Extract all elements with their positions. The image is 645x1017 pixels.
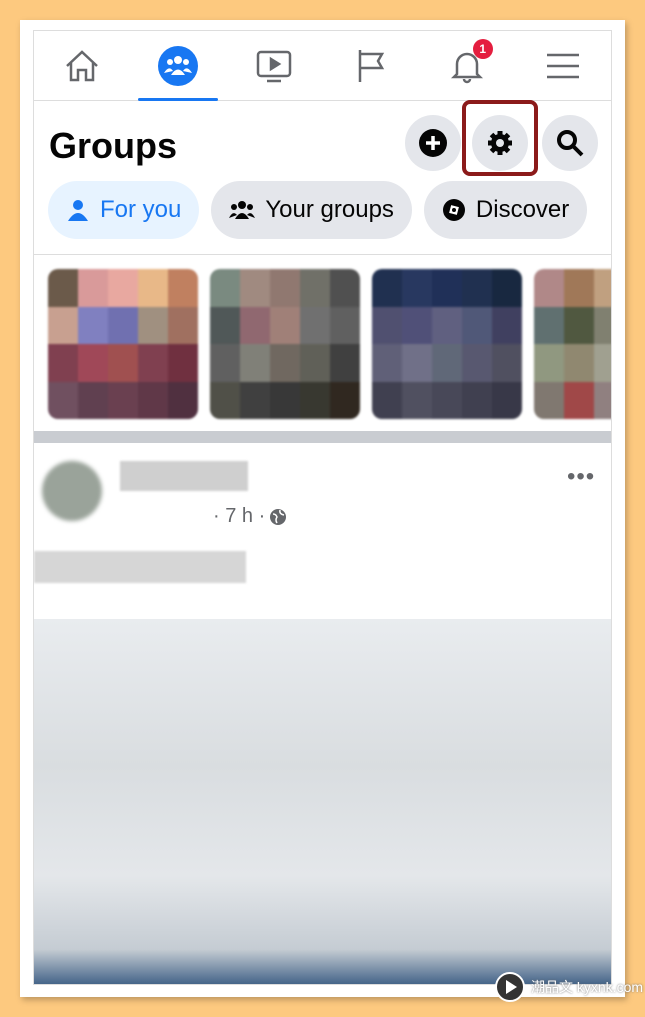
app-screen: 1 Groups For you Your groups Discover · …: [33, 30, 612, 985]
pill-for-you[interactable]: For you: [48, 181, 200, 239]
tab-menu[interactable]: [515, 31, 611, 100]
story-card[interactable]: [210, 269, 360, 419]
create-group-button[interactable]: [405, 115, 461, 171]
hamburger-menu-icon: [546, 53, 579, 78]
highlight-box: [462, 100, 538, 176]
groups-header: Groups: [34, 100, 611, 181]
pill-your-groups[interactable]: Your groups: [211, 181, 412, 239]
flag-icon: [358, 49, 384, 82]
top-nav: 1: [34, 31, 611, 101]
groups-icon: [158, 45, 199, 86]
video-icon: [257, 50, 292, 82]
compass-icon: [442, 199, 465, 221]
search-icon: [557, 130, 584, 157]
post-text-blurred: [34, 551, 246, 583]
tab-watch[interactable]: [226, 31, 322, 100]
pill-label: Your groups: [265, 196, 394, 223]
post-meta: · 7 h ·: [213, 505, 287, 528]
tab-groups[interactable]: [130, 31, 226, 101]
home-icon: [66, 49, 98, 81]
tab-notifications[interactable]: 1: [419, 31, 515, 100]
search-button[interactable]: [542, 115, 598, 171]
person-icon: [68, 200, 88, 221]
more-options-button[interactable]: •••: [567, 463, 595, 491]
tab-pages[interactable]: [323, 31, 419, 100]
watermark: 潮品文 kyxnk.com: [495, 972, 643, 1002]
poster-name-blurred[interactable]: [120, 461, 248, 491]
pill-label: For you: [100, 196, 182, 223]
feed-post: · 7 h · •••: [34, 443, 611, 603]
watermark-text: 潮品文 kyxnk.com: [531, 979, 644, 995]
plus-circle-icon: [419, 129, 447, 157]
story-card[interactable]: [534, 269, 611, 419]
avatar[interactable]: [42, 461, 102, 521]
filter-pills: For you Your groups Discover: [34, 181, 611, 255]
people-icon: [229, 201, 256, 219]
story-card[interactable]: [48, 269, 198, 419]
story-card[interactable]: [372, 269, 522, 419]
page-title: Groups: [49, 125, 178, 166]
group-stories: [34, 255, 611, 443]
tab-home[interactable]: [34, 31, 130, 100]
pill-discover[interactable]: Discover: [423, 181, 588, 239]
globe-icon: [270, 508, 287, 525]
notification-badge: 1: [472, 39, 493, 59]
play-icon: [495, 972, 525, 1002]
post-time: · 7 h ·: [213, 505, 266, 527]
post-photo[interactable]: [34, 619, 611, 984]
pill-label: Discover: [475, 196, 570, 223]
